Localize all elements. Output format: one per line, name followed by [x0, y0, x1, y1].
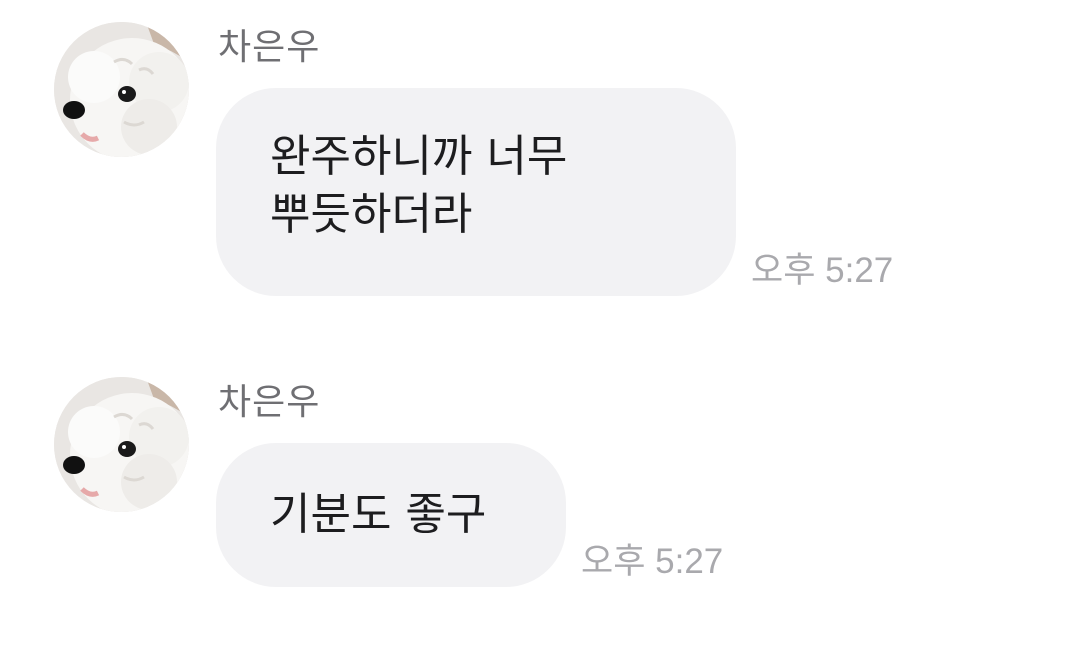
profile-avatar[interactable] [54, 377, 189, 512]
sender-name: 차은우 [218, 27, 321, 68]
sender-name: 차은우 [218, 382, 321, 423]
message-timestamp: 오후 5:27 [581, 542, 724, 581]
message-timestamp: 오후 5:27 [751, 251, 894, 290]
message-bubble[interactable]: 기분도 좋구 [216, 443, 566, 587]
dog-avatar-icon [54, 22, 189, 157]
chat-view: 차은우 완주하니까 너무 뿌듯하더라 오후 5:27 차은우 기분도 좋구 오후… [0, 0, 1079, 645]
dog-avatar-icon [54, 377, 189, 512]
message-bubble[interactable]: 완주하니까 너무 뿌듯하더라 [216, 88, 736, 296]
profile-avatar[interactable] [54, 22, 189, 157]
